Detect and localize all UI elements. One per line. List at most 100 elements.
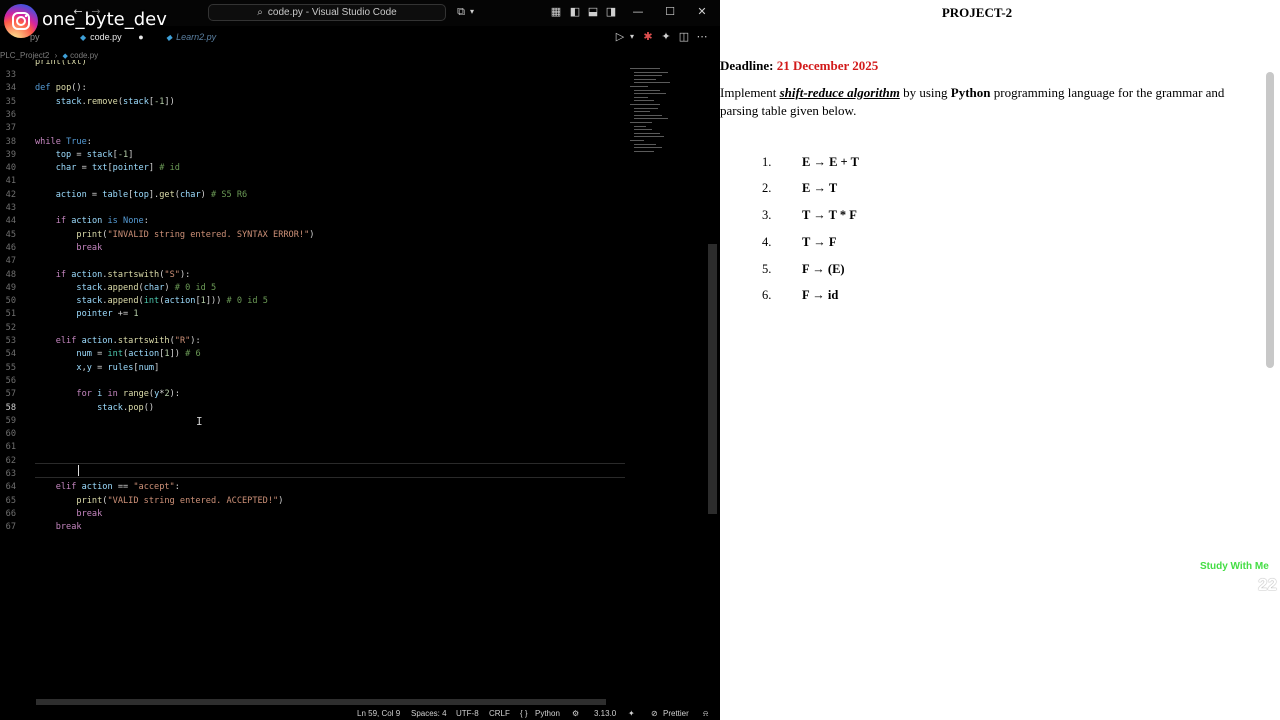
indentation[interactable]: Spaces: 4 bbox=[411, 709, 447, 718]
minimize-icon[interactable]: — bbox=[632, 6, 644, 18]
language-mode[interactable]: Python bbox=[535, 709, 560, 718]
notifications-icon[interactable]: ⍾ bbox=[703, 709, 708, 719]
deadline-label: Deadline: bbox=[720, 58, 774, 73]
copilot-sparkle-icon[interactable]: ✦ bbox=[660, 31, 672, 43]
minimap-line bbox=[634, 143, 656, 145]
run-python-icon[interactable]: ▷ bbox=[614, 31, 626, 43]
code-text: top = stack[-1] bbox=[55, 149, 134, 160]
python-file-icon: ◆ bbox=[166, 33, 173, 42]
minimap-line bbox=[634, 107, 658, 109]
tab-code-py[interactable]: ◆ code.py ● bbox=[80, 28, 144, 46]
breadcrumb-folder[interactable]: PLC_Project2 bbox=[0, 51, 49, 60]
toggle-panel-icon[interactable]: ⬓ bbox=[587, 6, 599, 18]
command-center-search[interactable]: ⌕ code.py - Visual Studio Code bbox=[208, 4, 446, 21]
instructions-paragraph: Implement shift-reduce algorithm by usin… bbox=[720, 84, 1250, 120]
line-number: 42 bbox=[5, 189, 16, 200]
more-actions-icon[interactable]: ⋯ bbox=[696, 31, 708, 43]
minimap-line bbox=[634, 147, 662, 149]
line-number: 65 bbox=[5, 495, 16, 506]
maximize-icon[interactable]: ☐ bbox=[664, 6, 676, 18]
editor-horizontal-scrollbar[interactable] bbox=[36, 699, 606, 705]
code-line: 65 print("VALID string entered. ACCEPTED… bbox=[0, 495, 626, 508]
instagram-icon bbox=[4, 4, 38, 38]
text-cursor bbox=[78, 465, 79, 476]
copilot-status-icon[interactable]: ✦ bbox=[628, 709, 635, 718]
code-text: def pop(): bbox=[35, 83, 87, 94]
minimap-line bbox=[634, 100, 654, 102]
minimap-line bbox=[634, 111, 650, 113]
breadcrumb-file[interactable]: code.py bbox=[70, 51, 98, 60]
code-text: elif action == "accept": bbox=[55, 482, 180, 493]
python-version[interactable]: 3.13.0 bbox=[594, 709, 616, 718]
code-line: 44 if action is None: bbox=[0, 215, 626, 228]
toggle-sidebar-icon[interactable]: ◧ bbox=[569, 6, 581, 18]
code-line: 40 char = txt[pointer] # id bbox=[0, 162, 626, 175]
grammar-rule: 6. F → id bbox=[762, 288, 838, 304]
line-number: 39 bbox=[5, 149, 16, 160]
instr-algorithm: shift-reduce algorithm bbox=[779, 85, 900, 100]
line-number: 34 bbox=[5, 83, 16, 94]
python-env-icon[interactable]: ⚙ bbox=[572, 709, 579, 718]
breadcrumb-separator-icon: › bbox=[54, 51, 58, 60]
layout-customize-icon[interactable]: ▦ bbox=[550, 6, 562, 18]
rule-number: 5. bbox=[762, 262, 772, 276]
line-number: 46 bbox=[5, 242, 16, 253]
line-number: 52 bbox=[5, 322, 16, 333]
line-number: 36 bbox=[5, 109, 16, 120]
line-number: 43 bbox=[5, 203, 16, 213]
grammar-rule: 3. T → T * F bbox=[762, 208, 857, 224]
code-line: 47 bbox=[0, 255, 626, 268]
line-number: 58 bbox=[5, 402, 16, 413]
editor-vertical-scrollbar[interactable] bbox=[708, 244, 717, 514]
python-file-icon: ◆ bbox=[80, 33, 87, 42]
tab-learn2-py[interactable]: ◆ Learn2.py bbox=[166, 28, 216, 46]
code-text: for i in range(y*2): bbox=[76, 389, 181, 400]
code-text: elif action.startswith("R"): bbox=[55, 336, 201, 346]
minimap-line bbox=[634, 89, 660, 91]
cursor-position[interactable]: Ln 59, Col 9 bbox=[357, 709, 400, 718]
code-text: print("VALID string entered. ACCEPTED!") bbox=[76, 495, 284, 506]
prettier-icon: ⊘ bbox=[651, 709, 658, 718]
line-number: 60 bbox=[5, 429, 16, 440]
braces-icon[interactable]: { } bbox=[520, 709, 528, 718]
line-number: 33 bbox=[5, 70, 16, 80]
code-line: 37 bbox=[0, 122, 626, 135]
document-title: PROJECT-2 bbox=[941, 5, 1013, 20]
minimap[interactable] bbox=[630, 64, 708, 164]
code-line: 49 stack.append(char) # 0 id 5 bbox=[0, 282, 626, 295]
instr-text: Implement bbox=[720, 85, 777, 100]
code-line: 60 bbox=[0, 428, 626, 441]
encoding[interactable]: UTF-8 bbox=[456, 709, 479, 718]
search-icon: ⌕ bbox=[257, 7, 263, 18]
end-of-line[interactable]: CRLF bbox=[489, 709, 510, 718]
code-text: stack.append(char) # 0 id 5 bbox=[76, 282, 217, 293]
unsaved-dot-icon[interactable]: ● bbox=[138, 32, 143, 42]
line-number: 50 bbox=[5, 296, 16, 307]
line-number: 62 bbox=[5, 455, 16, 466]
code-line: 59 bbox=[0, 415, 626, 428]
code-editor[interactable]: print(txt) 33 34 def pop(): 35 stack.remove… bbox=[0, 60, 626, 700]
document-scrollbar[interactable] bbox=[1266, 72, 1274, 368]
grammar-rule: 1. E → E + T bbox=[762, 155, 859, 171]
code-line: 45 print("INVALID string entered. SYNTAX… bbox=[0, 229, 626, 242]
instr-text: by using bbox=[903, 85, 948, 100]
run-menu-chevron-icon[interactable]: ▾ bbox=[626, 31, 638, 43]
line-number: 48 bbox=[5, 269, 16, 280]
code-text: while True: bbox=[35, 136, 92, 147]
minimap-line bbox=[634, 125, 646, 127]
prettier-status[interactable]: Prettier bbox=[663, 709, 689, 718]
code-line: 50 stack.append(int(action[1])) # 0 id 5 bbox=[0, 295, 626, 308]
deadline: Deadline: 21 December 2025 bbox=[720, 58, 878, 74]
split-editor-icon[interactable]: ◫ bbox=[678, 31, 690, 43]
line-number: 41 bbox=[5, 176, 16, 187]
current-line-highlight bbox=[35, 463, 625, 478]
chevron-down-icon[interactable]: ▾ bbox=[466, 6, 478, 18]
minimap-line bbox=[630, 122, 652, 123]
close-icon[interactable]: ✕ bbox=[696, 6, 708, 18]
code-text: if action.startswith("S"): bbox=[55, 269, 191, 280]
toggle-secondary-sidebar-icon[interactable]: ◨ bbox=[605, 6, 617, 18]
line-number: 63 bbox=[5, 469, 16, 479]
code-line: 41 bbox=[0, 175, 626, 188]
debug-icon[interactable]: ✱ bbox=[642, 31, 654, 43]
minimap-line bbox=[630, 86, 648, 87]
